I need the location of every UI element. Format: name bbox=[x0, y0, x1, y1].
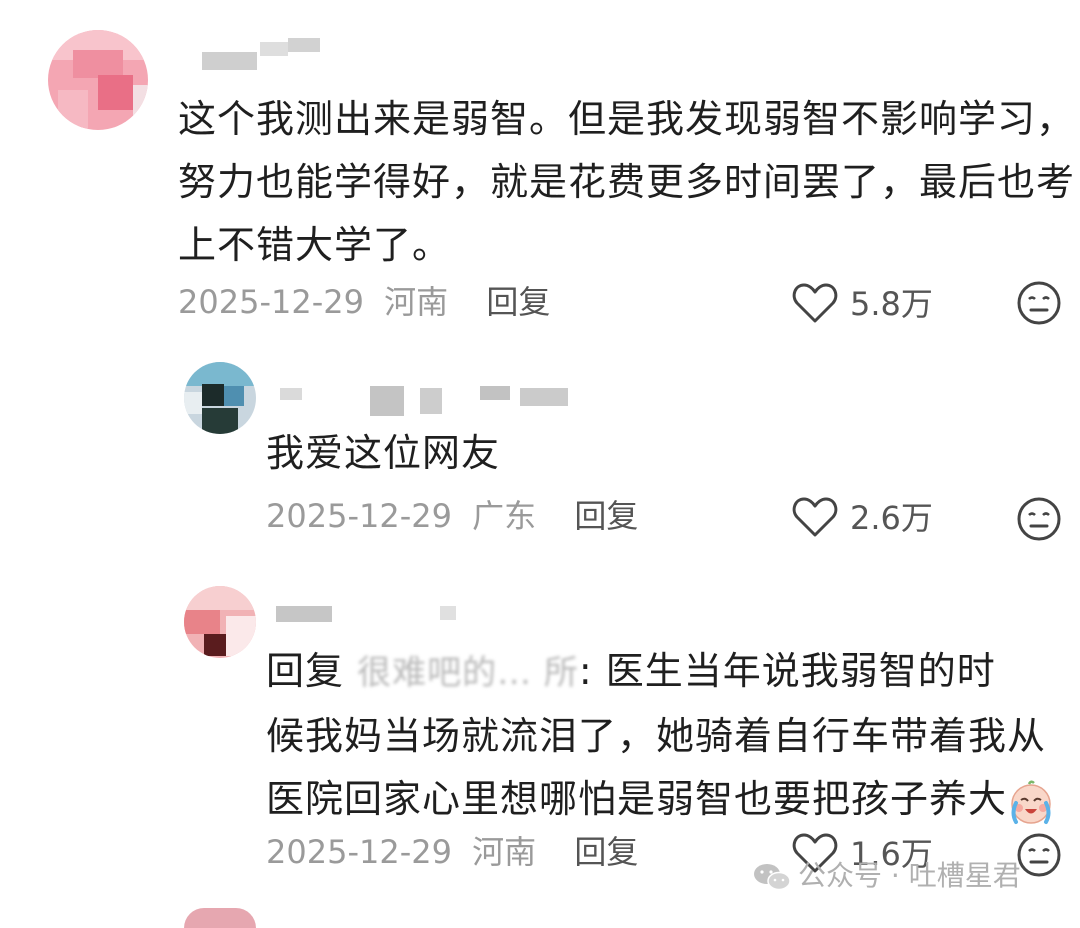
like-count: 2.6万 bbox=[850, 499, 933, 537]
comment-text: 回复 很难吧的… 所: 医生当年说我弱智的时 候我妈当场就流泪了，她骑着自行车带… bbox=[266, 640, 1055, 831]
like-button[interactable]: 5.8万 bbox=[792, 283, 952, 324]
comment-location: 广东 bbox=[472, 497, 537, 535]
heart-outline-icon bbox=[792, 497, 838, 537]
reply-item: 我爱这位网友 2025-12-29 广东 回复 2.6万 bbox=[0, 350, 1080, 570]
avatar[interactable] bbox=[48, 30, 148, 130]
avatar[interactable] bbox=[184, 362, 256, 434]
meh-face-icon[interactable] bbox=[1016, 280, 1062, 326]
username-blurred[interactable] bbox=[270, 600, 510, 640]
comment-text: 我爱这位网友 bbox=[266, 431, 501, 475]
crying-face-emoji bbox=[1011, 779, 1051, 824]
comment-date: 2025-12-29 bbox=[178, 283, 364, 321]
like-count: 5.8万 bbox=[850, 285, 933, 323]
wechat-icon bbox=[754, 864, 791, 891]
avatar[interactable] bbox=[184, 908, 256, 928]
reply-button[interactable]: 回复 bbox=[574, 497, 638, 535]
reply-prefix: 回复 bbox=[266, 649, 345, 693]
comment-location: 河南 bbox=[472, 833, 537, 871]
heart-outline-icon bbox=[792, 283, 838, 323]
comment-meta: 2025-12-29 广东 回复 bbox=[266, 496, 638, 536]
like-button[interactable]: 2.6万 bbox=[792, 497, 952, 538]
reply-to-username-blurred[interactable]: 很难吧的… 所 bbox=[357, 653, 579, 693]
comment-meta: 2025-12-29 河南 回复 bbox=[178, 282, 550, 322]
comment-item: 这个我测出来是弱智。但是我发现弱智不影响学习， 努力也能学得好，就是花费更多时间… bbox=[0, 0, 1080, 350]
comment-location: 河南 bbox=[384, 283, 449, 321]
meh-face-icon[interactable] bbox=[1016, 832, 1062, 878]
meh-face-icon[interactable] bbox=[1016, 496, 1062, 542]
comment-date: 2025-12-29 bbox=[266, 833, 452, 871]
username-blurred[interactable] bbox=[190, 38, 390, 78]
username-blurred[interactable] bbox=[270, 380, 590, 420]
reply-button[interactable]: 回复 bbox=[486, 283, 550, 321]
reply-button[interactable]: 回复 bbox=[574, 833, 638, 871]
comment-date: 2025-12-29 bbox=[266, 497, 452, 535]
avatar[interactable] bbox=[184, 586, 256, 658]
watermark: 公众号 · 吐槽星君 bbox=[752, 858, 1021, 894]
comment-meta: 2025-12-29 河南 回复 bbox=[266, 832, 638, 872]
comment-text: 这个我测出来是弱智。但是我发现弱智不影响学习， 努力也能学得好，就是花费更多时间… bbox=[178, 97, 1076, 267]
